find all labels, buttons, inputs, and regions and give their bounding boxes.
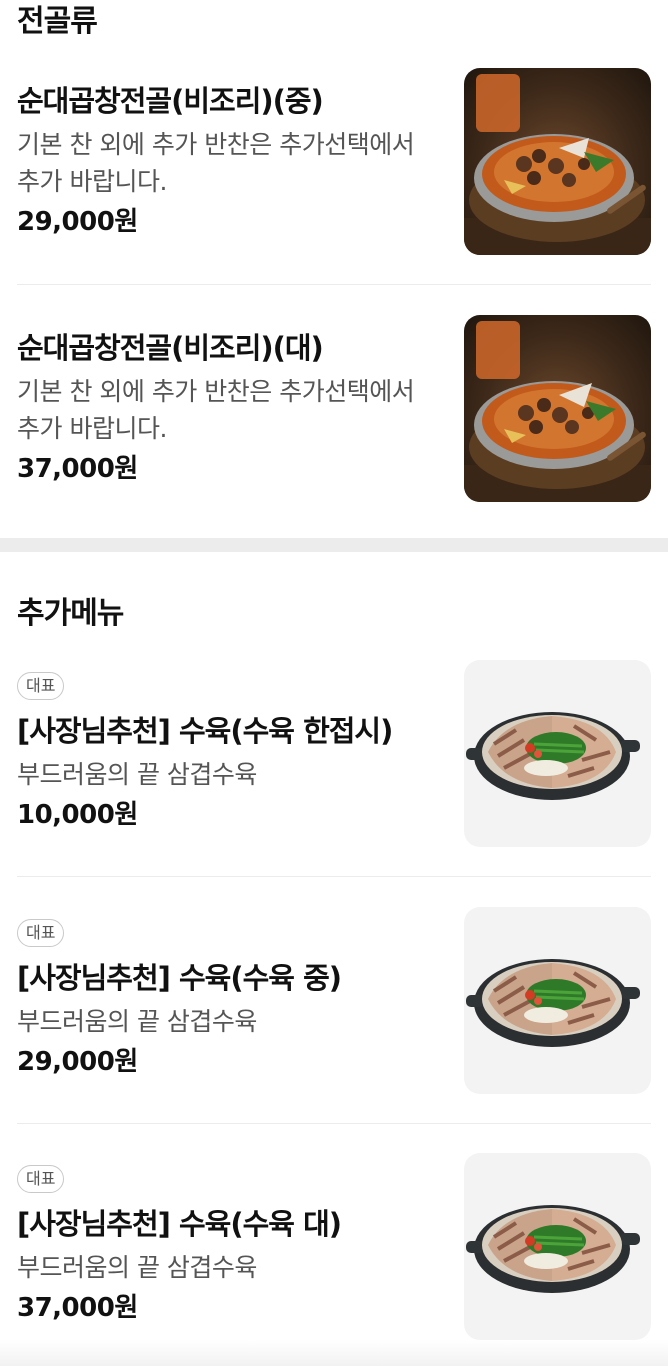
hotpot-photo <box>464 68 651 255</box>
menu-item-price: 10,000원 <box>17 800 138 830</box>
menu-item-desc: 부드러움의 끝 삼겹수육 <box>17 1253 257 1282</box>
section-title: 전골류 <box>17 4 98 39</box>
row-divider <box>17 876 651 877</box>
menu-item-price: 37,000원 <box>17 1293 138 1323</box>
menu-item-desc: 기본 찬 외에 추가 반찬은 추가선택에서 추가 바랍니다. <box>17 130 415 196</box>
menu-item-price: 37,000원 <box>17 454 138 484</box>
menu-item-suyuk-plate[interactable]: 대표 [사장님추천] 수육(수육 한접시) 부드러움의 끝 삼겹수육 10,00… <box>17 660 651 847</box>
menu-item-suyuk-medium[interactable]: 대표 [사장님추천] 수육(수육 중) 부드러움의 끝 삼겹수육 29,000원 <box>17 907 651 1094</box>
boiled-pork-photo <box>464 1153 651 1340</box>
menu-item-desc: 기본 찬 외에 추가 반찬은 추가선택에서 추가 바랍니다. <box>17 377 415 443</box>
section-divider <box>0 538 668 552</box>
menu-item-jeongol-medium[interactable]: 순대곱창전골(비조리)(중) 기본 찬 외에 추가 반찬은 추가선택에서 추가 … <box>17 68 651 255</box>
menu-item-name: [사장님추천] 수육(수육 한접시) <box>17 714 393 748</box>
bottom-fade <box>0 1340 668 1366</box>
hotpot-photo <box>464 315 651 502</box>
menu-item-price: 29,000원 <box>17 207 138 237</box>
menu-item-desc: 부드러움의 끝 삼겹수육 <box>17 1007 257 1036</box>
menu-item-name: 순대곱창전골(비조리)(대) <box>17 331 324 365</box>
row-divider <box>17 284 651 285</box>
boiled-pork-photo <box>464 660 651 847</box>
boiled-pork-photo <box>464 907 651 1094</box>
menu-item-jeongol-large[interactable]: 순대곱창전골(비조리)(대) 기본 찬 외에 추가 반찬은 추가선택에서 추가 … <box>17 315 651 502</box>
signature-badge: 대표 <box>17 919 65 947</box>
menu-item-suyuk-large[interactable]: 대표 [사장님추천] 수육(수육 대) 부드러움의 끝 삼겹수육 37,000원 <box>17 1153 651 1340</box>
menu-item-desc: 부드러움의 끝 삼겹수육 <box>17 760 257 789</box>
menu-item-name: [사장님추천] 수육(수육 대) <box>17 1207 342 1241</box>
signature-badge: 대표 <box>17 1165 65 1193</box>
menu-item-name: 순대곱창전골(비조리)(중) <box>17 84 324 118</box>
row-divider <box>17 1123 651 1124</box>
menu-item-price: 29,000원 <box>17 1047 138 1077</box>
menu-item-name: [사장님추천] 수육(수육 중) <box>17 961 342 995</box>
section-title: 추가메뉴 <box>17 596 124 631</box>
signature-badge: 대표 <box>17 672 65 700</box>
